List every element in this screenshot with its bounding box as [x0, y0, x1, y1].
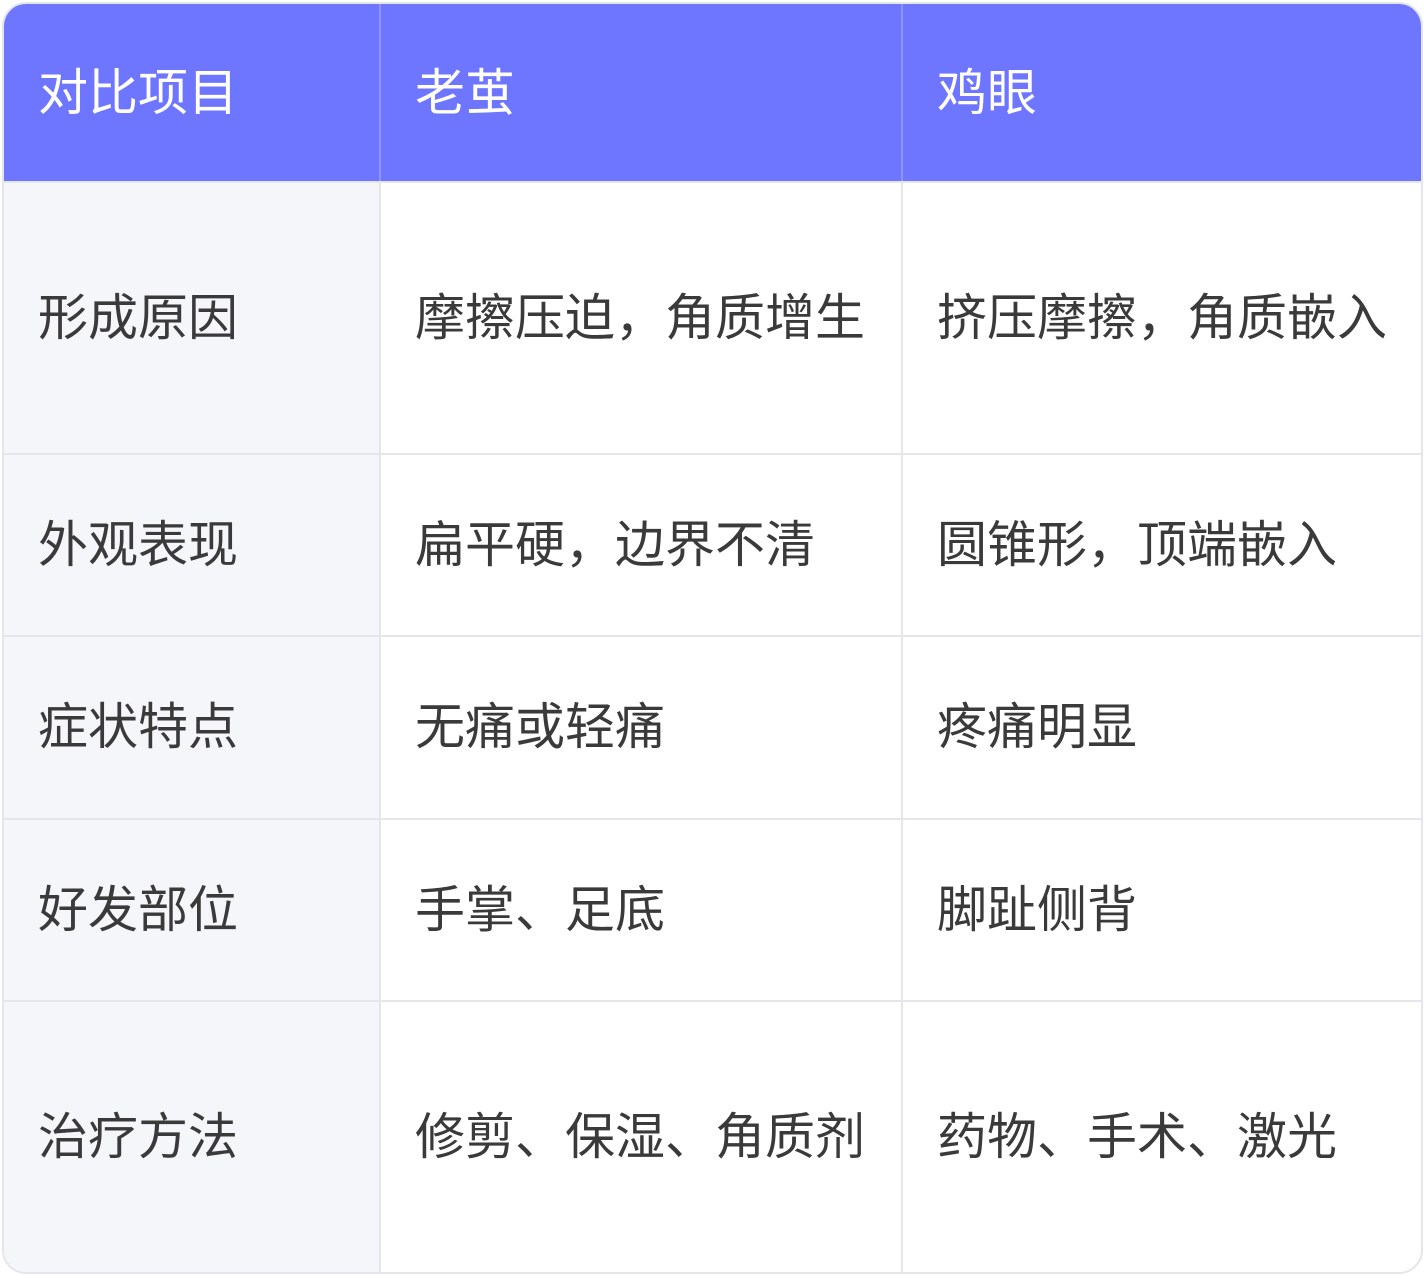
header-item: 对比项目 [4, 4, 381, 183]
row-label: 外观表现 [4, 454, 381, 638]
table-body: 形成原因 摩擦压迫，角质增生 挤压摩擦，角质嵌入 外观表现 扁平硬，边界不清 圆… [4, 182, 1421, 1272]
corn-cell: 圆锥形，顶端嵌入 [902, 454, 1421, 638]
callus-cell: 无痛或轻痛 [380, 636, 903, 820]
row-label: 好发部位 [4, 818, 381, 1002]
callus-cell: 手掌、足底 [380, 818, 903, 1002]
table-row: 形成原因 摩擦压迫，角质增生 挤压摩擦，角质嵌入 [4, 182, 1421, 456]
row-label: 治疗方法 [4, 1000, 381, 1272]
corn-cell: 疼痛明显 [902, 636, 1421, 820]
row-label: 症状特点 [4, 636, 381, 820]
header-callus: 老茧 [380, 4, 903, 183]
corn-cell: 挤压摩擦，角质嵌入 [902, 182, 1421, 456]
comparison-table-container: 对比项目 老茧 鸡眼 形成原因 摩擦压迫，角质增生 挤压摩擦，角质嵌入 外观表现… [2, 2, 1423, 1274]
comparison-table: 对比项目 老茧 鸡眼 形成原因 摩擦压迫，角质增生 挤压摩擦，角质嵌入 外观表现… [4, 4, 1421, 1272]
table-row: 外观表现 扁平硬，边界不清 圆锥形，顶端嵌入 [4, 454, 1421, 638]
header-row: 对比项目 老茧 鸡眼 [4, 4, 1421, 183]
callus-cell: 修剪、保湿、角质剂 [380, 1000, 903, 1272]
table-header: 对比项目 老茧 鸡眼 [4, 4, 1421, 183]
corn-cell: 药物、手术、激光 [937, 1107, 1337, 1166]
corn-cell: 脚趾侧背 [902, 818, 1421, 1002]
row-label: 形成原因 [4, 182, 381, 456]
header-corn: 鸡眼 [902, 4, 1421, 183]
table-row: 好发部位 手掌、足底 脚趾侧背 [4, 818, 1421, 1002]
table-row: 治疗方法 修剪、保湿、角质剂 药物、手术、激光 [4, 1000, 1421, 1272]
callus-cell: 摩擦压迫，角质增生 [380, 182, 903, 456]
table-row: 症状特点 无痛或轻痛 疼痛明显 [4, 636, 1421, 820]
callus-cell: 扁平硬，边界不清 [380, 454, 903, 638]
